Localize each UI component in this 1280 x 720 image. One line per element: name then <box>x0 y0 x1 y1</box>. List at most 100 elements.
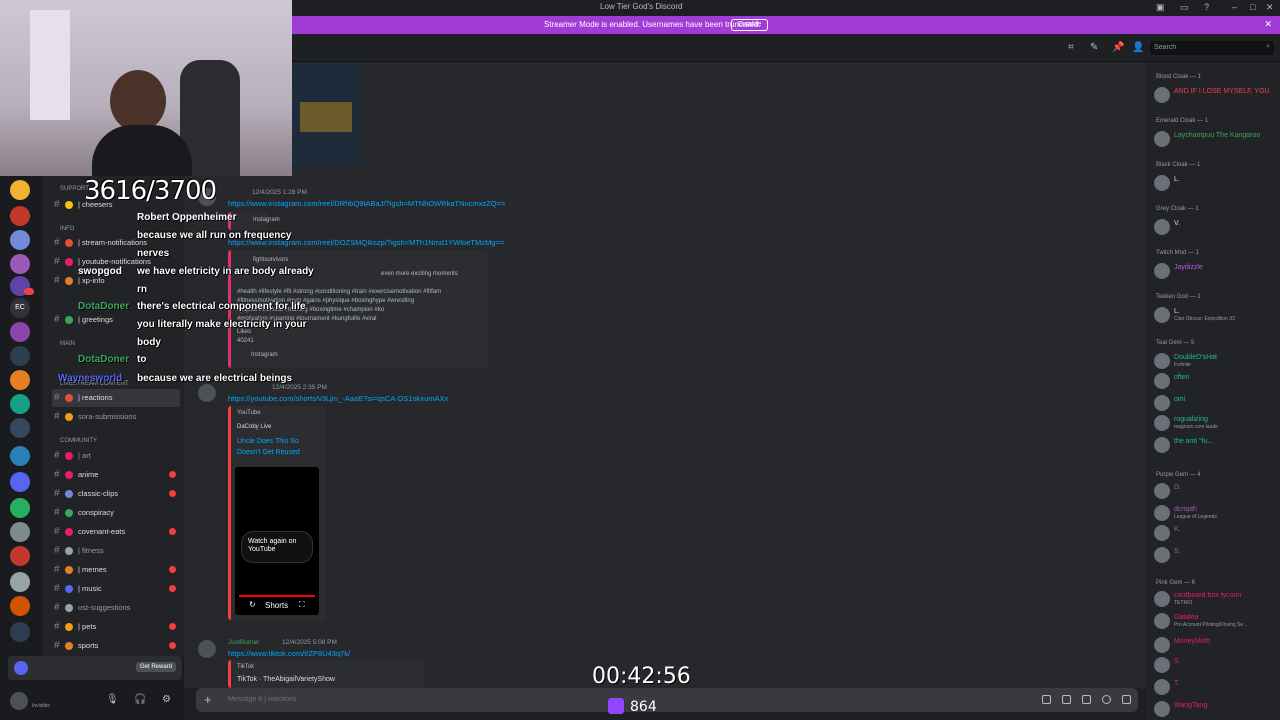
channel-item[interactable]: # | reactions <box>52 389 180 407</box>
server-icon[interactable] <box>10 446 30 466</box>
channel-item[interactable]: # conspiracy <box>52 504 180 522</box>
message-author[interactable]: JustBurner <box>228 639 259 646</box>
server-icon[interactable] <box>10 370 30 390</box>
threads-icon[interactable]: ⌗ <box>1068 42 1074 53</box>
server-icon[interactable] <box>10 472 30 492</box>
server-icon[interactable]: EC <box>10 298 30 318</box>
member-item[interactable]: L. <box>1152 174 1278 192</box>
channel-item[interactable]: # | pets <box>52 618 180 636</box>
server-icon[interactable] <box>10 572 30 592</box>
disable-button[interactable]: Disable <box>731 19 769 31</box>
member-item[interactable]: dcmpth League of Legends <box>1152 504 1278 522</box>
server-icon[interactable] <box>10 322 30 342</box>
channel-item[interactable]: # covenant-eats <box>52 523 180 541</box>
server-icon[interactable] <box>10 346 30 366</box>
member-item[interactable]: Laychampuu The Kangaroo <box>1152 130 1278 148</box>
channel-item[interactable]: # ost-suggestions <box>52 599 180 617</box>
close-window-icon[interactable]: ✕ <box>1266 2 1274 13</box>
member-item[interactable]: WangTang <box>1152 700 1278 718</box>
embed-thumbnail[interactable] <box>292 62 360 166</box>
message-link[interactable]: https://www.instagram.com/reel/DRhbQ9tAB… <box>228 199 505 208</box>
close-banner-icon[interactable]: ✕ <box>1264 19 1272 30</box>
server-icon[interactable] <box>10 522 30 542</box>
member-item[interactable]: K. <box>1152 524 1278 542</box>
apps-icon[interactable] <box>1122 695 1131 704</box>
channel-item[interactable]: # sports <box>52 637 180 655</box>
message-composer[interactable]: + Message # | reactions <box>196 688 1138 712</box>
headset-icon[interactable]: 🎧 <box>134 694 146 705</box>
channel-item[interactable]: # | art <box>52 447 180 465</box>
pin-icon[interactable]: 📌 <box>1112 42 1124 53</box>
avatar[interactable] <box>198 640 216 658</box>
server-icon[interactable] <box>10 230 30 250</box>
member-item[interactable]: DoubleD'sHat Fortnite <box>1152 352 1278 370</box>
member-item[interactable]: MoneyMoltt <box>1152 636 1278 654</box>
emoji-icon[interactable] <box>1102 695 1111 704</box>
channel-item[interactable]: # | music <box>52 580 180 598</box>
mic-icon[interactable]: 🎙 <box>106 694 119 705</box>
inbox-icon[interactable]: ▣ <box>1156 2 1165 13</box>
server-icon[interactable] <box>10 254 30 274</box>
embed-title[interactable]: Doesn't Get Reused <box>237 449 300 456</box>
gif-icon[interactable] <box>1062 695 1071 704</box>
server-icon[interactable] <box>10 206 30 226</box>
progress-bar[interactable] <box>239 595 315 597</box>
category-label[interactable]: MAIN <box>60 341 75 347</box>
video-player[interactable]: Watch again on YouTube ↻ Shorts ⛶ <box>235 467 319 615</box>
server-icon[interactable] <box>10 622 30 642</box>
hash-icon: # <box>54 199 60 210</box>
watch-on-youtube-button[interactable]: Watch again on YouTube <box>241 531 313 563</box>
avatar[interactable] <box>10 692 28 710</box>
channel-item[interactable]: # anime <box>52 466 180 484</box>
member-item[interactable]: cardboard box tycoon TETRIO <box>1152 590 1278 608</box>
channel-item[interactable]: # | memes <box>52 561 180 579</box>
search-input[interactable]: Search ⌕ <box>1150 41 1274 55</box>
member-item[interactable]: Galatea Pro Account Piloting/Driving Se..… <box>1152 612 1278 630</box>
members-icon[interactable]: 👤 <box>1132 42 1144 53</box>
maximize-icon[interactable]: □ <box>1250 2 1255 12</box>
member-item[interactable]: often <box>1152 372 1278 390</box>
get-reward-button[interactable]: Get Reward <box>135 662 176 672</box>
member-item[interactable]: L. Clair Obscur: Expedition 33 <box>1152 306 1278 324</box>
sticker-icon[interactable] <box>1082 695 1091 704</box>
embed-title[interactable]: TikTok · TheAbigailVarietyShow <box>237 676 335 683</box>
member-item[interactable]: rogualizing magnum.com laude <box>1152 414 1278 432</box>
member-item[interactable]: D. <box>1152 482 1278 500</box>
category-label[interactable]: INFO <box>60 226 74 232</box>
monitor-icon[interactable]: ▭ <box>1180 2 1189 13</box>
member-item[interactable]: V. <box>1152 218 1278 236</box>
embed-author[interactable]: DaCoby Live <box>237 424 271 430</box>
shorts-label[interactable]: Shorts <box>265 601 288 610</box>
server-icon[interactable] <box>10 596 30 616</box>
member-item[interactable]: S. <box>1152 546 1278 564</box>
channel-item[interactable]: # sora-submissions <box>52 408 180 426</box>
fullscreen-icon[interactable]: ⛶ <box>299 600 305 610</box>
embed-title[interactable]: Uncle Does This So <box>237 438 299 445</box>
server-icon[interactable] <box>10 180 30 200</box>
message-link[interactable]: https://youtube.com/shorts/v3Ljm_-AaaE?s… <box>228 394 448 403</box>
member-item[interactable]: S. <box>1152 656 1278 674</box>
notification-icon[interactable]: ✎ <box>1090 42 1098 53</box>
member-item[interactable]: T. <box>1152 678 1278 696</box>
avatar[interactable] <box>198 384 216 402</box>
channel-item[interactable]: # | fitness <box>52 542 180 560</box>
replay-icon[interactable]: ↻ <box>249 600 256 609</box>
server-icon[interactable] <box>10 394 30 414</box>
rewards-banner[interactable]: Get Reward <box>8 656 182 680</box>
embed-author[interactable]: fightsurvivors <box>253 257 288 263</box>
settings-icon[interactable]: ⚙ <box>162 694 171 705</box>
minimize-icon[interactable]: – <box>1232 2 1237 12</box>
server-icon[interactable] <box>10 418 30 438</box>
member-item[interactable]: AND IF I LOSE MYSELF, YOU <box>1152 86 1278 104</box>
server-icon[interactable] <box>10 498 30 518</box>
help-icon[interactable]: ? <box>1204 2 1209 12</box>
message-link[interactable]: https://www.tiktok.com/t/ZP8U43q7k/ <box>228 649 350 658</box>
server-icon[interactable] <box>10 546 30 566</box>
member-item[interactable]: Jaydizzle <box>1152 262 1278 280</box>
member-item[interactable]: the anti "fu... <box>1152 436 1278 454</box>
add-attachment-icon[interactable]: + <box>204 692 212 707</box>
member-item[interactable]: omi <box>1152 394 1278 412</box>
category-label[interactable]: COMMUNITY <box>60 438 97 444</box>
channel-item[interactable]: # classic-clips <box>52 485 180 503</box>
gift-icon[interactable] <box>1042 695 1051 704</box>
